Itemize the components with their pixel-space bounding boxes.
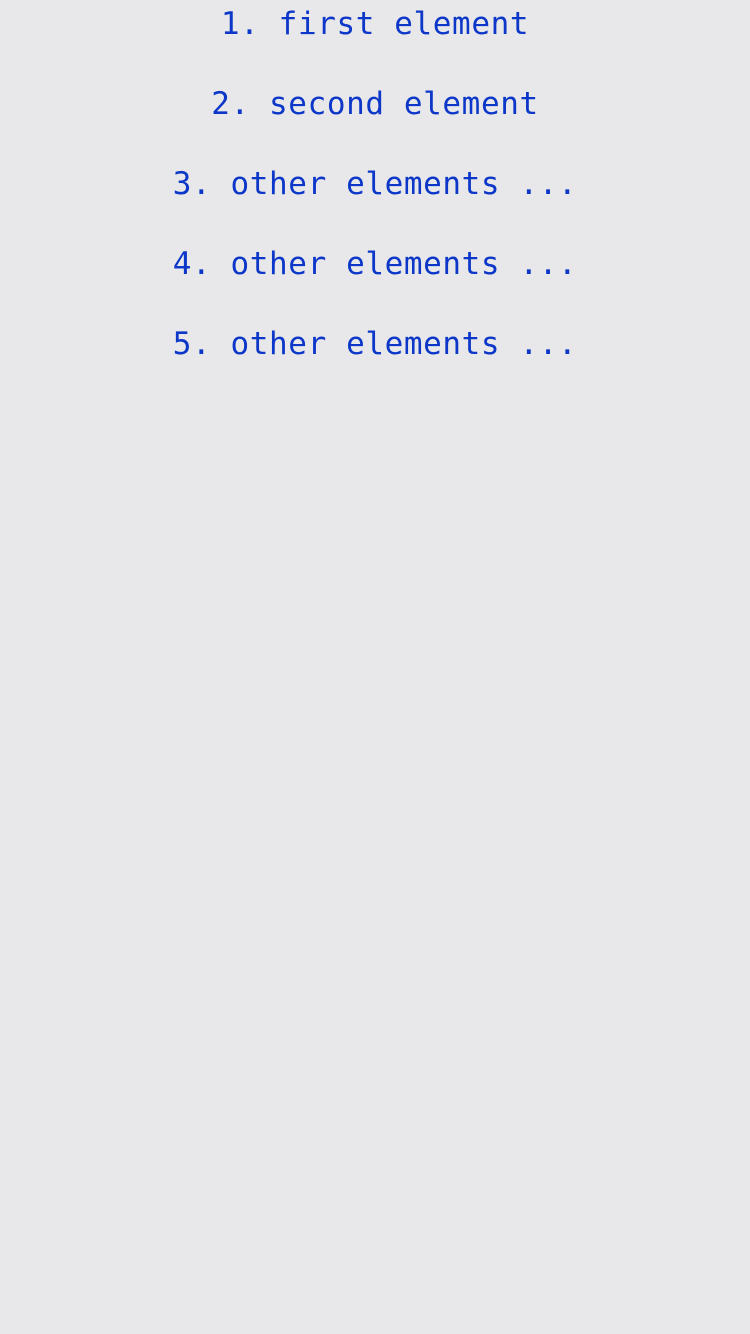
list-item[interactable]: 4. other elements ... [0, 240, 750, 320]
list-item[interactable]: 3. other elements ... [0, 160, 750, 240]
list-item[interactable]: 2. second element [0, 80, 750, 160]
element-list: 1. first element 2. second element 3. ot… [0, 0, 750, 400]
list-item[interactable]: 1. first element [0, 0, 750, 80]
list-item[interactable]: 5. other elements ... [0, 320, 750, 400]
